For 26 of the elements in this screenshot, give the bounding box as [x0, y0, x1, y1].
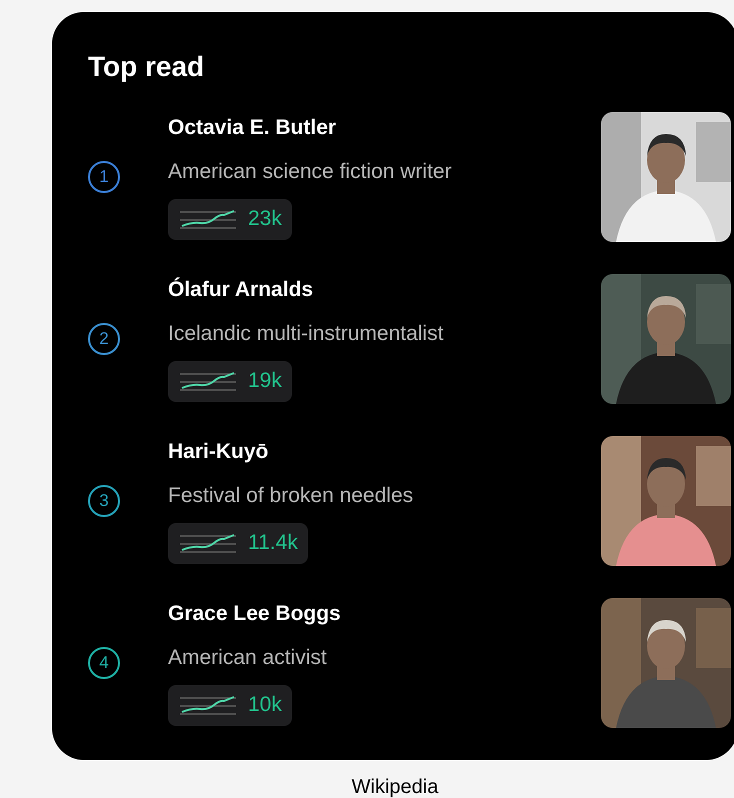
article-row[interactable]: 4 Grace Lee Boggs American activist 10k [88, 598, 734, 728]
views-count: 23k [248, 206, 282, 232]
article-title: Ólafur Arnalds [168, 276, 314, 302]
article-description: American activist [168, 644, 328, 670]
widget-title: Top read [88, 50, 206, 84]
rank-number: 3 [88, 485, 120, 517]
article-title: Hari-Kuyō [168, 438, 270, 464]
article-title: Grace Lee Boggs [168, 600, 342, 626]
article-description: Icelandic multi-instrumentalist [168, 320, 444, 346]
rank-number: 2 [88, 323, 120, 355]
rank-number: 4 [88, 647, 120, 679]
views-count: 19k [248, 368, 282, 394]
article-title: Octavia E. Butler [168, 114, 338, 140]
trend-sparkline-icon [178, 693, 238, 717]
trend-sparkline-icon [178, 531, 238, 555]
trend-sparkline-icon [178, 369, 238, 393]
trend-sparkline-icon [178, 207, 238, 231]
views-count: 10k [248, 692, 282, 718]
article-row[interactable]: 3 Hari-Kuyō Festival of broken needles 11.4k [88, 436, 734, 566]
views-count: 11.4k [248, 530, 298, 556]
article-row[interactable]: 2 Ólafur Arnalds Icelandic multi-instrumentalist 19k [88, 274, 734, 404]
rank-number: 1 [88, 161, 120, 193]
widget-caption: Wikipedia [350, 775, 440, 798]
article-description: Festival of broken needles [168, 482, 414, 508]
article-description: American science fiction writer [168, 158, 453, 184]
article-row[interactable]: 1 Octavia E. Butler American science fiction writer 23k [88, 112, 734, 242]
